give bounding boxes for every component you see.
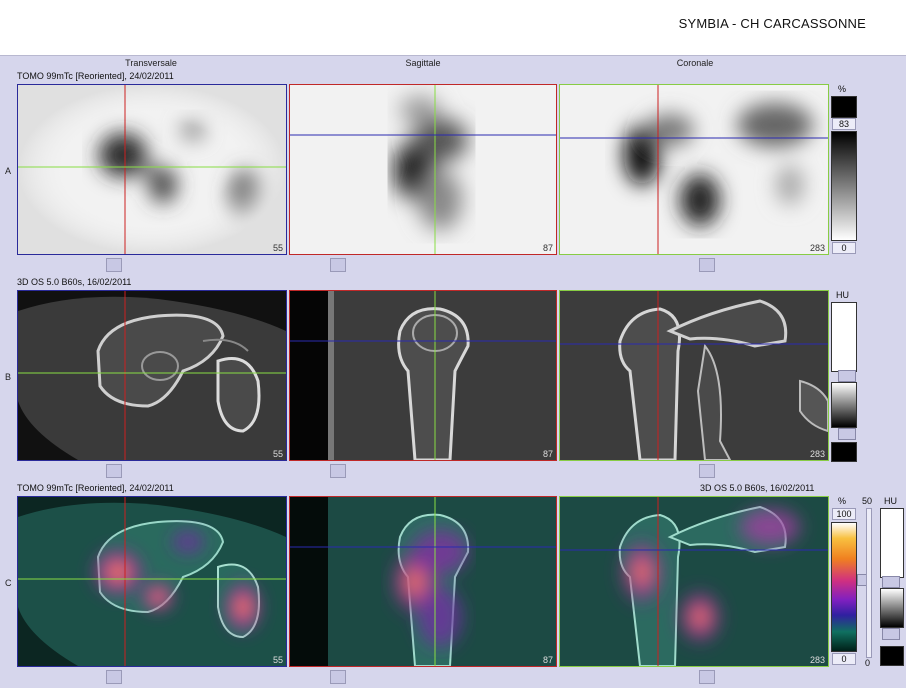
- series-label-row-a: TOMO 99mTc [Reoriented], 24/02/2011: [17, 71, 174, 81]
- viewport-a-sagittale[interactable]: 87: [289, 84, 557, 255]
- scale-max-c[interactable]: 100: [832, 508, 856, 520]
- scroll-handle-c-sagittale[interactable]: [330, 670, 346, 684]
- column-label-coronale: Coronale: [676, 58, 714, 68]
- slice-number: 55: [272, 655, 283, 665]
- series-label-row-b: 3D OS 5.0 B60s, 16/02/2011: [17, 277, 132, 287]
- slice-number: 55: [272, 449, 283, 459]
- scroll-handle-b-coronale[interactable]: [699, 464, 715, 478]
- ct-transversale-image: [18, 291, 286, 460]
- slice-number: 283: [809, 655, 825, 665]
- scale-unit-a: %: [838, 84, 847, 94]
- colorbar-b-top: [831, 302, 857, 372]
- scroll-handle-b-sagittale[interactable]: [330, 464, 346, 478]
- scroll-handle-a-coronale[interactable]: [699, 258, 715, 272]
- fusion-coronale-image: [560, 497, 828, 666]
- column-label-sagittale: Sagittale: [405, 58, 441, 68]
- row-letter-b: B: [5, 372, 12, 382]
- slice-number: 283: [809, 243, 825, 253]
- spect-transversale-image: [18, 85, 286, 254]
- scale-unit-b: HU: [836, 290, 849, 300]
- viewport-c-transversale[interactable]: 55: [17, 496, 287, 667]
- scroll-handle-b-transversale[interactable]: [106, 464, 122, 478]
- colorbar-c-pet: [831, 522, 857, 652]
- scroll-handle-a-sagittale[interactable]: [330, 258, 346, 272]
- window-handle-b-upper[interactable]: [838, 370, 856, 382]
- colorbar-c-ct-bottom: [880, 646, 904, 666]
- slice-number: 87: [542, 449, 553, 459]
- spect-coronale-image: [560, 85, 828, 254]
- spect-sagittale-image: [290, 85, 556, 254]
- colorbar-c-ct: [880, 588, 904, 628]
- viewport-c-sagittale[interactable]: 87: [289, 496, 557, 667]
- slice-number: 87: [542, 655, 553, 665]
- colorbar-c-ct-top: [880, 508, 904, 578]
- scroll-handle-c-transversale[interactable]: [106, 670, 122, 684]
- scale-max-a[interactable]: 83: [832, 118, 856, 130]
- colorbar-b: [831, 382, 857, 428]
- scale-min-c[interactable]: 0: [832, 653, 856, 665]
- viewport-c-coronale[interactable]: 283: [559, 496, 829, 667]
- ct-coronale-image: [560, 291, 828, 460]
- colorbar-a: [831, 131, 857, 241]
- scale-min-a[interactable]: 0: [832, 242, 856, 254]
- window-handle-b-lower[interactable]: [838, 428, 856, 440]
- scroll-handle-a-transversale[interactable]: [106, 258, 122, 272]
- column-label-transversale: Transversale: [125, 58, 177, 68]
- viewport-b-transversale[interactable]: 55: [17, 290, 287, 461]
- colorbar-b-bottom: [831, 442, 857, 462]
- viewport-b-coronale[interactable]: 283: [559, 290, 829, 461]
- scale-unit-c: %: [838, 496, 847, 506]
- slice-number: 87: [542, 243, 553, 253]
- row-letter-c: C: [5, 578, 12, 588]
- viewport-a-coronale[interactable]: 283: [559, 84, 829, 255]
- scale-unit-c-hu: HU: [884, 496, 897, 506]
- series-label-row-c: TOMO 99mTc [Reoriented], 24/02/2011: [17, 483, 174, 493]
- site-title: SYMBIA - CH CARCASSONNE: [678, 16, 866, 31]
- viewport-a-transversale[interactable]: 55: [17, 84, 287, 255]
- row-letter-a: A: [5, 166, 12, 176]
- fusion-sagittale-image: [290, 497, 556, 666]
- series-label-row-c-ct: 3D OS 5.0 B60s, 16/02/2011: [700, 483, 815, 493]
- viewport-b-sagittale[interactable]: 87: [289, 290, 557, 461]
- ct-sagittale-image: [290, 291, 556, 460]
- blend-value: 50: [862, 496, 873, 506]
- scroll-handle-c-coronale[interactable]: [699, 670, 715, 684]
- window-handle-c-lower[interactable]: [882, 628, 900, 640]
- fusion-transversale-image: [18, 497, 286, 666]
- colorbar-a-top: [831, 96, 857, 118]
- title-bar: SYMBIA - CH CARCASSONNE: [0, 0, 906, 56]
- window-handle-c-upper[interactable]: [882, 576, 900, 588]
- slice-number: 283: [809, 449, 825, 459]
- blend-slider-track[interactable]: [866, 508, 872, 658]
- slice-number: 55: [272, 243, 283, 253]
- blend-min: 0: [865, 658, 871, 668]
